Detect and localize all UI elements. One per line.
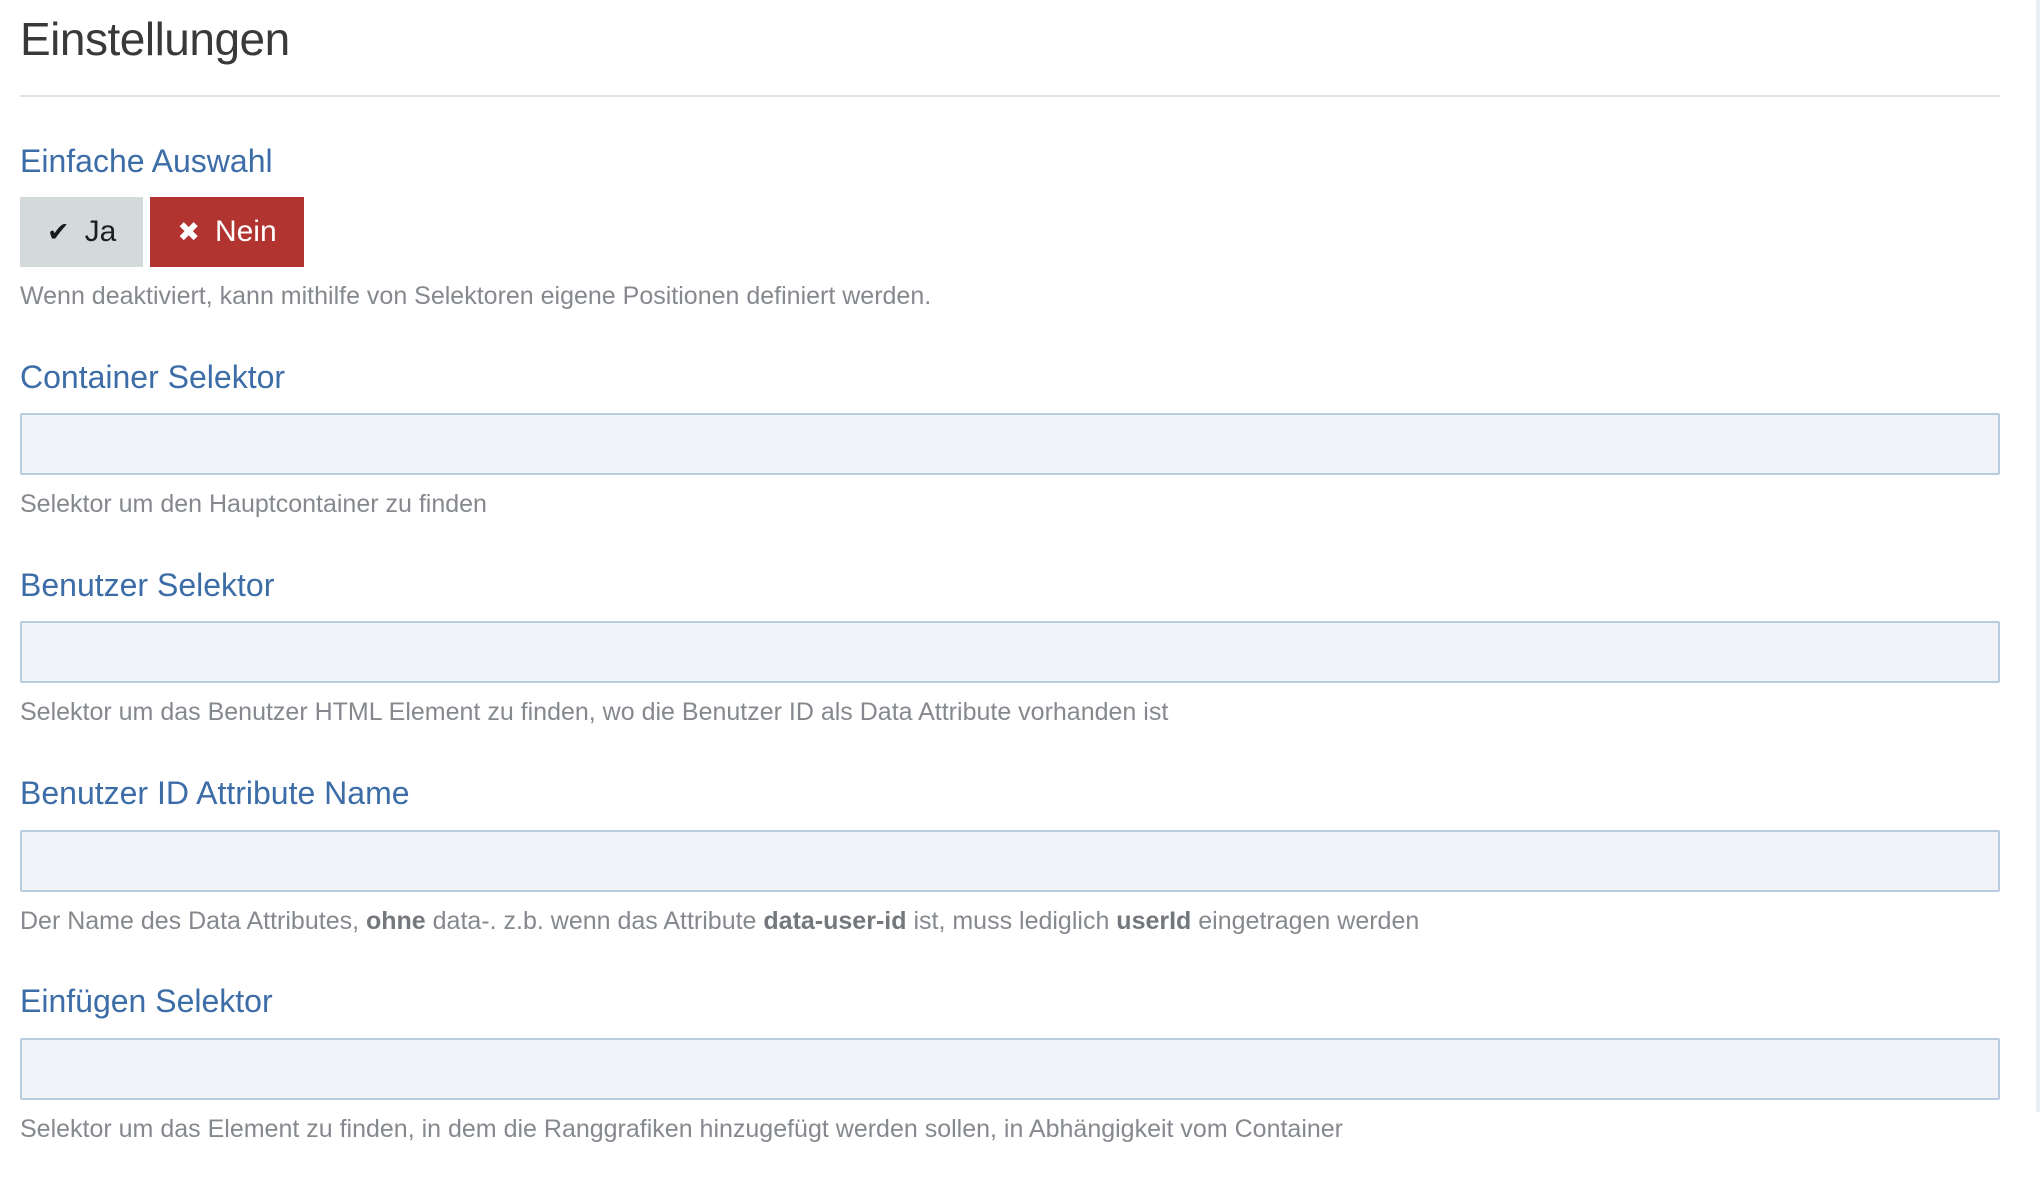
form-group-einfache-auswahl: Einfache Auswahl ✔ Ja ✖ Nein Wenn deakti… <box>20 143 2000 313</box>
title-divider <box>20 95 2000 97</box>
benutzer-selektor-input[interactable] <box>20 621 2000 683</box>
form-group-einfuegen-selektor: Einfügen Selektor Selektor um das Elemen… <box>20 983 2000 1145</box>
benutzer-id-attribute-name-help: Der Name des Data Attributes, ohne data-… <box>20 906 2000 937</box>
field-label-benutzer-selektor: Benutzer Selektor <box>20 567 2000 604</box>
page-title: Einstellungen <box>20 14 2000 65</box>
yes-no-toggle: ✔ Ja ✖ Nein <box>20 197 2000 267</box>
einfuegen-selektor-help: Selektor um das Element zu finden, in de… <box>20 1114 2000 1145</box>
settings-page: Einstellungen Einfache Auswahl ✔ Ja ✖ Ne… <box>0 0 2044 1185</box>
x-icon: ✖ <box>177 219 200 246</box>
no-button[interactable]: ✖ Nein <box>150 197 303 267</box>
einfache-auswahl-help: Wenn deaktiviert, kann mithilfe von Sele… <box>20 281 2000 312</box>
field-label-container-selektor: Container Selektor <box>20 359 2000 396</box>
form-group-benutzer-id-attribute-name: Benutzer ID Attribute Name Der Name des … <box>20 775 2000 937</box>
right-panel-divider <box>2036 0 2040 1112</box>
no-button-label: Nein <box>215 217 277 247</box>
yes-button-label: Ja <box>85 217 117 247</box>
container-selektor-help: Selektor um den Hauptcontainer zu finden <box>20 489 2000 520</box>
container-selektor-input[interactable] <box>20 413 2000 475</box>
form-group-benutzer-selektor: Benutzer Selektor Selektor um das Benutz… <box>20 567 2000 729</box>
field-label-einfuegen-selektor: Einfügen Selektor <box>20 983 2000 1020</box>
benutzer-id-attribute-name-input[interactable] <box>20 830 2000 892</box>
form-group-container-selektor: Container Selektor Selektor um den Haupt… <box>20 359 2000 521</box>
field-label-einfache-auswahl: Einfache Auswahl <box>20 143 2000 180</box>
yes-button[interactable]: ✔ Ja <box>20 197 143 267</box>
benutzer-selektor-help: Selektor um das Benutzer HTML Element zu… <box>20 697 2000 728</box>
check-icon: ✔ <box>47 219 70 246</box>
einfuegen-selektor-input[interactable] <box>20 1038 2000 1100</box>
field-label-benutzer-id-attribute-name: Benutzer ID Attribute Name <box>20 775 2000 812</box>
